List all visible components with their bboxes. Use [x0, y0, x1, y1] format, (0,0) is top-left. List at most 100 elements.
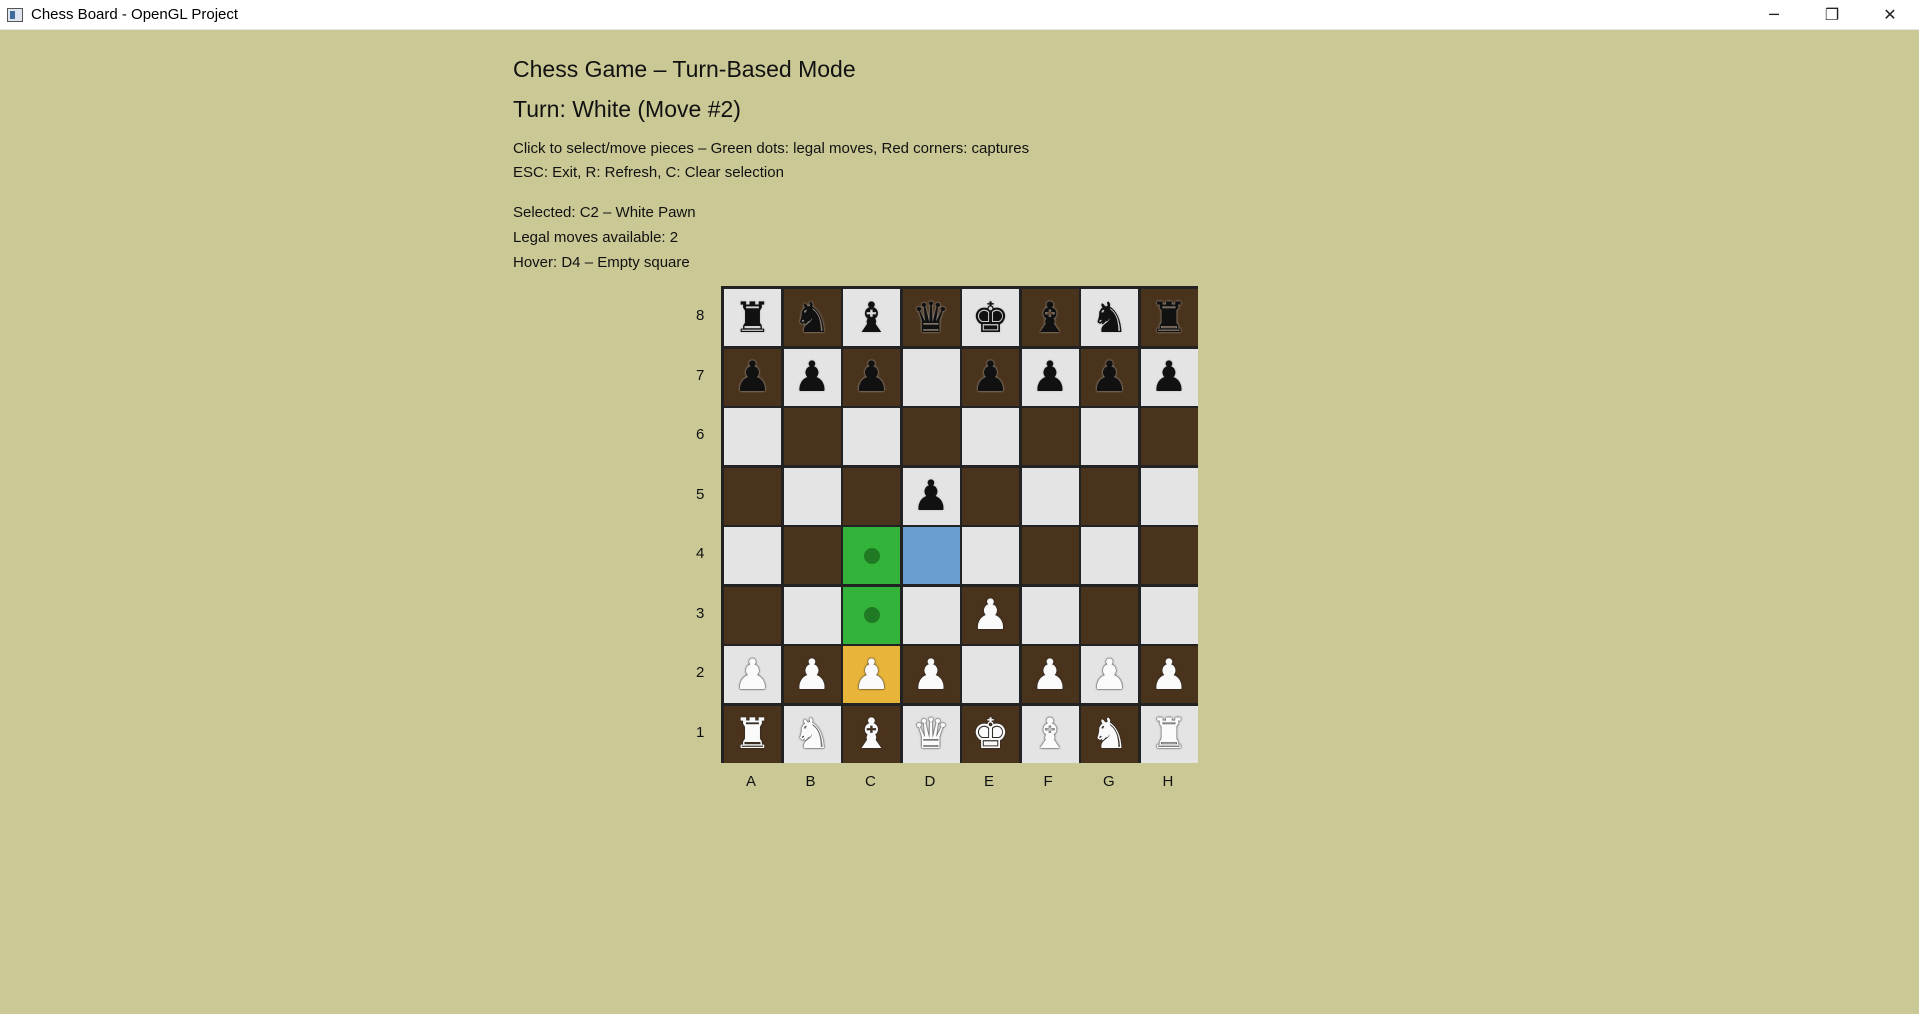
square-f1[interactable]: ♝: [1021, 705, 1079, 763]
square-b1[interactable]: ♞: [783, 705, 841, 763]
square-d4[interactable]: [902, 527, 960, 584]
square-g1[interactable]: ♞: [1081, 705, 1138, 763]
square-c6[interactable]: [843, 408, 900, 465]
square-h3[interactable]: [1140, 586, 1198, 644]
square-h7[interactable]: ♟: [1140, 348, 1198, 406]
square-b2[interactable]: ♟: [783, 646, 841, 703]
square-e2[interactable]: [962, 646, 1019, 703]
white-pawn-icon[interactable]: ♟: [912, 653, 950, 696]
black-king-icon[interactable]: ♚: [972, 296, 1010, 339]
black-queen-icon[interactable]: ♛: [912, 296, 950, 339]
white-rook-icon[interactable]: ♜: [1150, 713, 1188, 755]
white-pawn-icon[interactable]: ♟: [1150, 653, 1188, 696]
square-e1[interactable]: ♚: [962, 705, 1019, 763]
black-knight-icon[interactable]: ♞: [793, 296, 831, 339]
square-f7[interactable]: ♟: [1021, 348, 1079, 406]
white-pawn-icon[interactable]: ♟: [1091, 653, 1129, 696]
square-b7[interactable]: ♟: [783, 348, 841, 406]
square-g5[interactable]: [1081, 467, 1138, 525]
square-e8[interactable]: ♚: [962, 289, 1019, 346]
square-b3[interactable]: [783, 586, 841, 644]
restore-button[interactable]: ❐: [1803, 0, 1861, 29]
square-a1[interactable]: ♜: [724, 705, 781, 763]
black-pawn-icon[interactable]: ♟: [853, 356, 891, 398]
black-pawn-icon[interactable]: ♟: [1091, 356, 1129, 398]
white-knight-icon[interactable]: ♞: [1091, 713, 1129, 755]
square-h2[interactable]: ♟: [1140, 646, 1198, 703]
square-f8[interactable]: ♝: [1021, 289, 1079, 346]
square-f3[interactable]: [1021, 586, 1079, 644]
white-pawn-icon[interactable]: ♟: [793, 653, 831, 696]
square-d8[interactable]: ♛: [902, 289, 960, 346]
square-f5[interactable]: [1021, 467, 1079, 525]
square-h4[interactable]: [1140, 527, 1198, 584]
square-d5[interactable]: ♟: [902, 467, 960, 525]
square-e7[interactable]: ♟: [962, 348, 1019, 406]
white-rook-icon[interactable]: ♜: [734, 713, 772, 755]
square-d7[interactable]: [902, 348, 960, 406]
square-a4[interactable]: [724, 527, 781, 584]
square-d3[interactable]: [902, 586, 960, 644]
chess-board[interactable]: ♜ ♞ ♝ ♛ ♚ ♝ ♞ ♜ ♟ ♟ ♟ ♟ ♟ ♟ ♟ ♟ ♟ ♟ ♟ ♟ ♟ ♟ ♟ ♟ ♜ ♞ ♝ ♛ ♚ ♝ ♞ ♜: [721, 286, 1198, 763]
square-c7[interactable]: ♟: [843, 348, 900, 406]
white-bishop-icon[interactable]: ♝: [1031, 713, 1069, 755]
black-rook-icon[interactable]: ♜: [734, 296, 772, 339]
square-b8[interactable]: ♞: [783, 289, 841, 346]
square-h5[interactable]: [1140, 467, 1198, 525]
white-knight-icon[interactable]: ♞: [793, 713, 831, 755]
square-e4[interactable]: [962, 527, 1019, 584]
white-pawn-icon[interactable]: ♟: [734, 653, 772, 696]
square-a6[interactable]: [724, 408, 781, 465]
square-c8[interactable]: ♝: [843, 289, 900, 346]
white-pawn-icon[interactable]: ♟: [972, 594, 1010, 636]
square-g6[interactable]: [1081, 408, 1138, 465]
black-pawn-icon[interactable]: ♟: [1031, 356, 1069, 398]
square-f4[interactable]: [1021, 527, 1079, 584]
close-button[interactable]: ✕: [1861, 0, 1919, 29]
square-h8[interactable]: ♜: [1140, 289, 1198, 346]
square-g3[interactable]: [1081, 586, 1138, 644]
square-c5[interactable]: [843, 467, 900, 525]
square-e3[interactable]: ♟: [962, 586, 1019, 644]
square-g4[interactable]: [1081, 527, 1138, 584]
black-pawn-icon[interactable]: ♟: [1150, 356, 1188, 398]
square-d1[interactable]: ♛: [902, 705, 960, 763]
square-h6[interactable]: [1140, 408, 1198, 465]
square-c2[interactable]: ♟: [843, 646, 900, 703]
black-pawn-icon[interactable]: ♟: [912, 475, 950, 517]
square-f2[interactable]: ♟: [1021, 646, 1079, 703]
minimize-button[interactable]: ─: [1745, 0, 1803, 29]
black-bishop-icon[interactable]: ♝: [1031, 296, 1069, 339]
black-knight-icon[interactable]: ♞: [1091, 296, 1129, 339]
square-b5[interactable]: [783, 467, 841, 525]
black-bishop-icon[interactable]: ♝: [853, 296, 891, 339]
square-b4[interactable]: [783, 527, 841, 584]
square-a2[interactable]: ♟: [724, 646, 781, 703]
square-a3[interactable]: [724, 586, 781, 644]
white-pawn-icon[interactable]: ♟: [853, 653, 891, 696]
black-rook-icon[interactable]: ♜: [1150, 296, 1188, 339]
white-king-icon[interactable]: ♚: [972, 713, 1010, 755]
square-d6[interactable]: [902, 408, 960, 465]
black-pawn-icon[interactable]: ♟: [972, 356, 1010, 398]
square-c4[interactable]: [843, 527, 900, 584]
square-g8[interactable]: ♞: [1081, 289, 1138, 346]
square-a5[interactable]: [724, 467, 781, 525]
black-pawn-icon[interactable]: ♟: [793, 356, 831, 398]
white-pawn-icon[interactable]: ♟: [1031, 653, 1069, 696]
square-g7[interactable]: ♟: [1081, 348, 1138, 406]
square-h1[interactable]: ♜: [1140, 705, 1198, 763]
square-a7[interactable]: ♟: [724, 348, 781, 406]
square-b6[interactable]: [783, 408, 841, 465]
square-e6[interactable]: [962, 408, 1019, 465]
white-bishop-icon[interactable]: ♝: [853, 713, 891, 755]
square-f6[interactable]: [1021, 408, 1079, 465]
white-queen-icon[interactable]: ♛: [912, 713, 950, 755]
square-c3[interactable]: [843, 586, 900, 644]
black-pawn-icon[interactable]: ♟: [734, 356, 772, 398]
square-g2[interactable]: ♟: [1081, 646, 1138, 703]
square-e5[interactable]: [962, 467, 1019, 525]
square-d2[interactable]: ♟: [902, 646, 960, 703]
square-c1[interactable]: ♝: [843, 705, 900, 763]
square-a8[interactable]: ♜: [724, 289, 781, 346]
